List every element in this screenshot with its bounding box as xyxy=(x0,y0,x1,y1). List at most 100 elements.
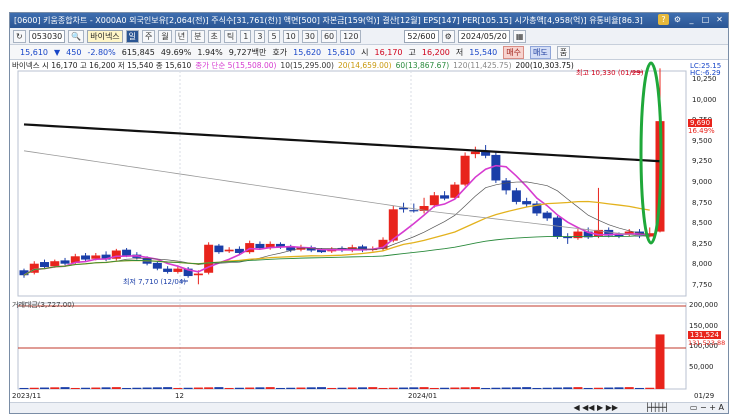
volume-bar xyxy=(645,387,655,389)
volume-bar xyxy=(440,387,450,389)
volume-bar xyxy=(224,387,234,389)
current-price-pct: 16.49% xyxy=(688,127,715,135)
volume-bar xyxy=(388,387,398,389)
zoom-slider[interactable]: ├┼┼┼┼┤ xyxy=(645,403,669,412)
volume-bar xyxy=(29,387,39,389)
candle-body xyxy=(224,249,234,252)
scroll-controls[interactable]: ◀ ◀◀ ▶ ▶▶ xyxy=(573,403,618,412)
candle-body xyxy=(614,234,624,237)
volume-bar xyxy=(101,387,111,389)
volume-bar xyxy=(593,387,603,389)
candle-body xyxy=(440,195,450,199)
volume-bar xyxy=(573,387,583,389)
price-tick-label: 9,000 xyxy=(692,178,713,186)
volume-bar xyxy=(634,387,644,389)
volume-bar xyxy=(265,387,275,389)
volume-bar xyxy=(214,387,224,389)
volume-bar xyxy=(50,387,60,389)
volume-bar xyxy=(460,387,470,389)
price-tick-label: 9,250 xyxy=(692,157,713,166)
volume-bar xyxy=(501,387,511,389)
volume-bar xyxy=(152,387,162,389)
price-tick-label: 10,250 xyxy=(692,75,717,83)
volume-bar xyxy=(81,387,91,389)
volume-bar xyxy=(368,387,378,389)
volume-bar xyxy=(193,387,203,389)
candle-body xyxy=(173,268,183,272)
volume-bar xyxy=(316,387,326,389)
candle-body xyxy=(522,201,532,205)
candle-body xyxy=(542,212,552,219)
candle-body xyxy=(152,262,162,269)
volume-bar xyxy=(491,387,501,389)
volume-bar xyxy=(624,387,634,389)
volume-bar xyxy=(91,387,101,389)
volume-bar xyxy=(19,387,29,389)
volume-bar xyxy=(409,387,419,389)
current-price-label: 9,690 xyxy=(688,119,713,127)
chart-window: [0600] 키움종합차트 - X000A0 외국인보유[2,064(전)] 주… xyxy=(9,12,729,414)
scroll-bar[interactable]: ◀ ◀◀ ▶ ▶▶ ├┼┼┼┼┤ ▭ − + A xyxy=(10,402,728,413)
candle-body xyxy=(470,151,480,155)
candle-body xyxy=(193,273,203,276)
volume-bar xyxy=(399,387,409,389)
date-label-0129: 01/29 xyxy=(694,392,715,400)
volume-bar xyxy=(132,387,142,389)
volume-tick-label: 200,000 xyxy=(689,301,718,309)
candle-body xyxy=(122,249,132,256)
high-annotation: 최고 10,330 (01/29) xyxy=(576,69,644,77)
volume-bar xyxy=(347,387,357,389)
price-tick-label: 8,250 xyxy=(692,239,713,248)
date-label-nov: 2023/11 xyxy=(12,392,42,400)
volume-bar xyxy=(183,387,193,389)
candle-body xyxy=(50,261,60,267)
volume-bar xyxy=(358,387,368,389)
candle-body xyxy=(552,217,562,237)
volume-bar xyxy=(552,387,562,389)
price-tick-label: 7,750 xyxy=(692,281,713,289)
volume-bar xyxy=(173,387,183,389)
volume-bar xyxy=(204,387,214,389)
volume-bar xyxy=(60,387,70,389)
volume-bar xyxy=(450,387,460,389)
candle-body xyxy=(511,190,521,202)
price-tick-label: 10,000 xyxy=(692,95,717,104)
volume-bar xyxy=(306,387,316,389)
date-label-jan: 2024/01 xyxy=(408,392,438,400)
candle-body xyxy=(460,155,470,185)
volume-bar xyxy=(163,387,173,389)
candle-body xyxy=(214,245,224,253)
low-annotation: 최저 7,710 (12/04) xyxy=(123,278,187,286)
volume-panel-title: 거래대금(3,727.00) xyxy=(12,301,75,309)
price-tick-label: 8,000 xyxy=(692,260,713,269)
volume-bar xyxy=(142,387,152,389)
volume-bar xyxy=(511,387,521,389)
price-tick-label: 8,750 xyxy=(692,198,713,207)
candle-body xyxy=(40,262,50,267)
volume-bar xyxy=(604,387,614,389)
candle-body xyxy=(81,255,91,260)
volume-bar xyxy=(70,387,80,389)
ma200-line xyxy=(23,123,661,163)
volume-bar xyxy=(234,387,244,389)
zoom-buttons[interactable]: ▭ − + A xyxy=(690,403,724,412)
volume-bar xyxy=(470,387,480,389)
candle-body xyxy=(60,260,70,264)
candle-body xyxy=(429,195,439,206)
volume-bar xyxy=(275,387,285,389)
volume-bar xyxy=(522,387,532,389)
price-tick-label: 8,500 xyxy=(692,219,713,228)
volume-bar xyxy=(378,387,388,389)
volume-bar xyxy=(429,387,439,389)
volume-bar xyxy=(337,387,347,389)
candle-body xyxy=(91,255,101,259)
volume-bar xyxy=(532,387,542,389)
price-panel-frame xyxy=(17,70,687,297)
volume-current-label: 131,524 xyxy=(688,331,721,339)
volume-tick-label: 50,000 xyxy=(689,362,714,371)
volume-bar xyxy=(481,387,491,389)
price-tick-label: 9,500 xyxy=(692,136,713,145)
candle-body xyxy=(163,268,173,272)
volume-bar xyxy=(583,387,593,389)
candle-body xyxy=(501,180,511,191)
